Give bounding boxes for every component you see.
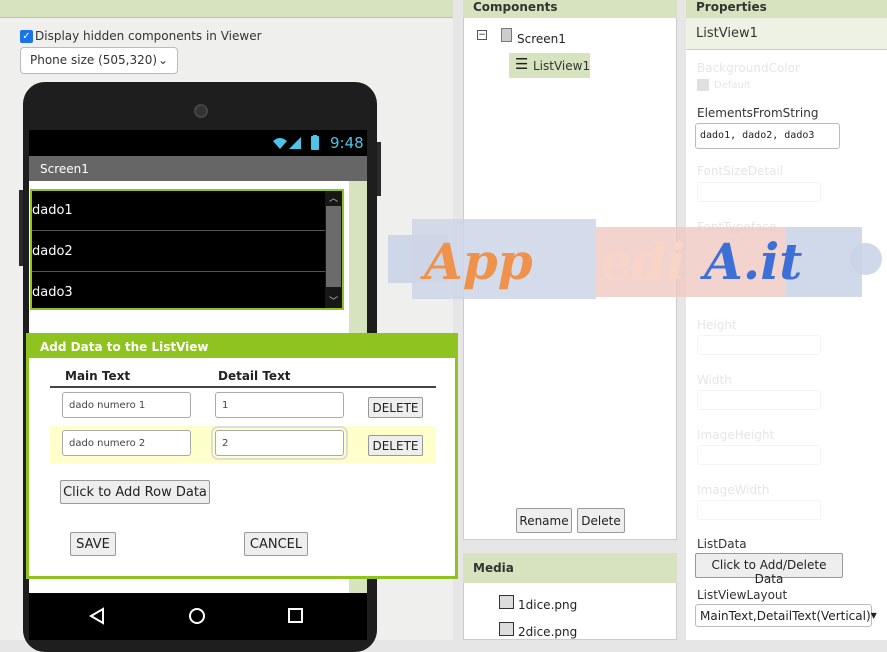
listview-item[interactable]: dado1 bbox=[32, 191, 328, 231]
screen-icon bbox=[501, 28, 512, 42]
font-size-label: FontSizeDetail bbox=[697, 164, 784, 178]
listview-item[interactable]: dado2 bbox=[32, 232, 328, 272]
height-input[interactable] bbox=[697, 335, 821, 355]
cancel-button[interactable]: CANCEL bbox=[244, 532, 308, 556]
phone-size-value: Phone size (505,320) bbox=[30, 53, 158, 67]
listview-layout-value: MainText,DetailText(Vertical) bbox=[700, 609, 871, 623]
listdata-button[interactable]: Click to Add/Delete Data bbox=[695, 553, 843, 586]
main-text-column-header: Main Text bbox=[65, 369, 131, 383]
wifi-signal-battery-icon bbox=[273, 135, 319, 150]
svg-text:edi: edi bbox=[600, 232, 686, 291]
detail-text-column-header: Detail Text bbox=[218, 369, 291, 383]
width-label: Width bbox=[697, 373, 732, 387]
media-header: Media bbox=[463, 553, 677, 583]
image-width-label: ImageWidth bbox=[697, 483, 770, 497]
signal-battery-icon bbox=[271, 135, 327, 155]
phone-nav-bar bbox=[29, 593, 367, 640]
image-height-input[interactable] bbox=[697, 445, 821, 465]
elements-from-string-label: ElementsFromString bbox=[697, 106, 819, 120]
background-color-label: BackgroundColor bbox=[697, 61, 800, 75]
font-size-input[interactable] bbox=[697, 182, 821, 202]
image-height-label: ImageHeight bbox=[697, 428, 775, 442]
listview-layout-select[interactable]: MainText,DetailText(Vertical) ▼ bbox=[695, 604, 877, 627]
background-color-value[interactable]: Default bbox=[714, 80, 751, 91]
svg-text:A.it: A.it bbox=[700, 232, 802, 291]
properties-header: Properties bbox=[686, 0, 887, 18]
image-width-input[interactable] bbox=[697, 500, 821, 520]
listview-layout-label: ListViewLayout bbox=[697, 588, 788, 602]
main-text-input[interactable]: dado numero 1 bbox=[62, 392, 191, 418]
appedia-watermark: App edi A.it bbox=[388, 219, 884, 299]
image-file-icon bbox=[499, 622, 514, 636]
hidden-components-label: Display hidden components in Viewer bbox=[35, 29, 262, 43]
viewer-top-bar bbox=[0, 0, 453, 18]
add-row-button[interactable]: Click to Add Row Data bbox=[60, 480, 210, 504]
components-header: Components bbox=[463, 0, 677, 18]
listview-component[interactable]: dado1 dado2 dado3 bbox=[30, 189, 344, 310]
tree-item-listview1[interactable]: ☰ ListView1 bbox=[509, 53, 590, 78]
rename-button[interactable]: Rename bbox=[516, 508, 572, 533]
save-button[interactable]: SAVE bbox=[70, 532, 116, 556]
listview-icon: ☰ bbox=[515, 55, 529, 73]
listview-item[interactable]: dado3 bbox=[32, 273, 328, 313]
tree-item-screen1[interactable]: Screen1 bbox=[517, 32, 566, 46]
listview-scroll-thumb[interactable] bbox=[326, 206, 341, 287]
hidden-components-checkbox-row[interactable]: ✓ Display hidden components in Viewer bbox=[20, 29, 262, 43]
listdata-label: ListData bbox=[697, 537, 747, 551]
delete-row-button[interactable]: DELETE bbox=[368, 397, 423, 418]
phone-size-select[interactable]: Phone size (505,320) ⌄ bbox=[20, 47, 178, 74]
detail-text-input[interactable]: 2 bbox=[211, 426, 348, 460]
dialog-title: Add Data to the ListView bbox=[29, 336, 455, 358]
dropdown-arrow-icon: ▼ bbox=[870, 611, 877, 620]
status-clock: 9:48 bbox=[330, 134, 364, 152]
delete-component-button[interactable]: Delete bbox=[577, 508, 625, 533]
image-file-icon bbox=[499, 595, 514, 609]
nav-buttons-icon bbox=[89, 607, 303, 625]
svg-text:App: App bbox=[420, 232, 533, 291]
color-swatch-icon bbox=[697, 79, 709, 91]
media-file-item[interactable]: 2dice.png bbox=[518, 625, 577, 639]
width-input[interactable] bbox=[697, 390, 821, 410]
checkbox-checked-icon[interactable]: ✓ bbox=[20, 29, 33, 43]
height-label: Height bbox=[697, 318, 737, 332]
delete-row-button[interactable]: DELETE bbox=[368, 435, 423, 456]
media-file-item[interactable]: 1dice.png bbox=[518, 598, 577, 612]
selected-component-name: ListView1 bbox=[686, 18, 887, 50]
watermark-logo: App edi A.it bbox=[388, 219, 882, 299]
scroll-down-icon[interactable]: ﹀ bbox=[325, 294, 342, 308]
phone-speaker-icon bbox=[194, 104, 208, 118]
tree-item-label: ListView1 bbox=[533, 59, 591, 73]
collapse-icon[interactable]: − bbox=[477, 30, 487, 40]
screen-title-bar: Screen1 bbox=[29, 156, 367, 181]
detail-text-input[interactable]: 1 bbox=[215, 392, 344, 418]
scroll-up-icon[interactable]: ︿ bbox=[325, 191, 342, 205]
main-text-input[interactable]: dado numero 2 bbox=[62, 430, 191, 456]
header-divider bbox=[50, 386, 436, 388]
elements-from-string-input[interactable]: dado1, dado2, dado3 bbox=[695, 123, 840, 149]
chevron-down-icon: ⌄ bbox=[157, 53, 168, 67]
